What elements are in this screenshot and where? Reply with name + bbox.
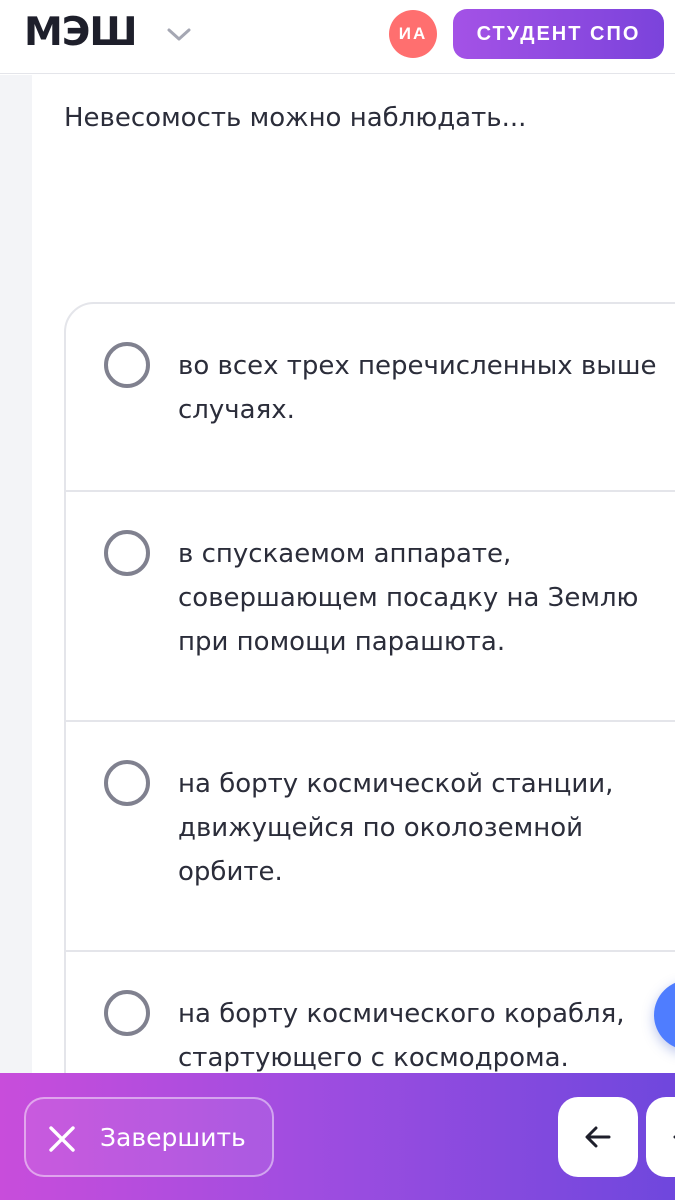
user-avatar[interactable]: ИА [389, 10, 437, 58]
answer-option-label: в спускаемом аппарате, совершающем посад… [178, 539, 639, 657]
answer-option-label: на борту космического корабля, стартующе… [178, 999, 625, 1073]
finish-button[interactable]: Завершить [24, 1097, 274, 1177]
role-badge[interactable]: СТУДЕНТ СПО [453, 9, 664, 59]
chevron-down-icon[interactable] [166, 27, 192, 43]
radio-button[interactable] [104, 990, 150, 1036]
answer-option[interactable]: в спускаемом аппарате, совершающем посад… [66, 490, 675, 720]
finish-button-label: Завершить [100, 1123, 246, 1152]
app-root: МЭШ ИА СТУДЕНТ СПО Невесомость можно наб… [0, 0, 675, 1200]
mesh-logo[interactable]: МЭШ [24, 13, 138, 52]
radio-button[interactable] [104, 760, 150, 806]
radio-button[interactable] [104, 342, 150, 388]
next-question-button[interactable] [646, 1097, 675, 1177]
radio-button[interactable] [104, 530, 150, 576]
question-text: Невесомость можно наблюдать... [64, 103, 527, 133]
answer-option-label: во всех трех перечисленных выше случаях. [178, 351, 657, 425]
top-header: МЭШ ИА СТУДЕНТ СПО [0, 0, 675, 74]
close-icon [49, 1126, 75, 1152]
arrow-left-icon [585, 1126, 611, 1148]
answer-option[interactable]: во всех трех перечисленных выше случаях. [66, 304, 675, 490]
answer-options-list: во всех трех перечисленных выше случаях.… [64, 302, 675, 1200]
previous-question-button[interactable] [558, 1097, 638, 1177]
left-sidebar-strip [0, 75, 32, 1075]
answer-option[interactable]: на борту космической станции, движущейся… [66, 720, 675, 950]
answer-option-label: на борту космической станции, движущейся… [178, 769, 614, 887]
bottom-action-bar: Завершить [0, 1073, 675, 1200]
